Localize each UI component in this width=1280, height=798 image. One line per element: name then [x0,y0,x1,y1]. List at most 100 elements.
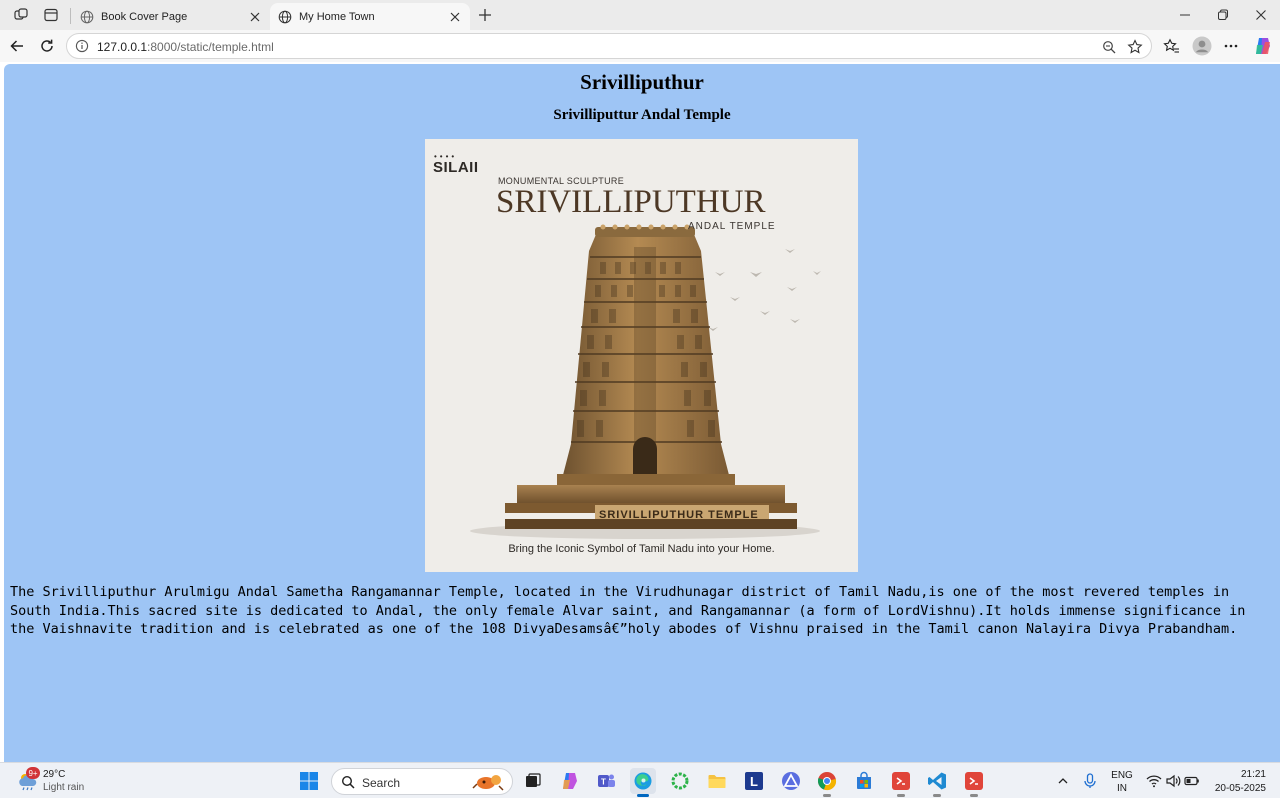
triangle-app-icon [782,772,800,790]
clock-time: 21:21 [1240,769,1266,780]
taskbar-red-app-2[interactable] [961,768,987,797]
page-title: Srivilliputhur [580,70,704,94]
tab-strip: Book Cover Page My Home Town [0,0,1280,30]
taskbar-teams[interactable]: T [593,768,619,794]
site-info-icon[interactable] [75,39,89,53]
close-icon [1256,10,1266,20]
refresh-icon [41,39,53,52]
notification-badge: 9+ [26,767,40,779]
taskbar-edge[interactable] [630,768,656,797]
search-highlight-art-icon [472,775,504,791]
copilot-app-icon [563,773,577,789]
taskbar-copilot[interactable] [557,768,583,794]
input-language-indicator[interactable]: ENG IN [1108,769,1136,795]
taskbar-red-app-1[interactable] [888,768,914,797]
back-arrow-icon [10,40,23,52]
restore-button[interactable] [1208,4,1238,26]
favorites-button[interactable] [1159,35,1183,57]
url-text[interactable]: 127.0.0.1:8000/static/temple.html [97,40,274,54]
taskbar-circle-app[interactable] [667,768,693,794]
close-tab-icon[interactable] [248,10,262,24]
quick-settings-button[interactable] [1144,763,1202,798]
globe-icon [80,10,94,23]
weather-condition: Light rain [43,782,85,793]
taskbar-file-explorer[interactable] [704,768,730,794]
minimize-button[interactable] [1170,4,1200,26]
svg-text:L: L [750,774,758,789]
folder-icon [708,775,726,788]
browser-toolbar: 127.0.0.1:8000/static/temple.html [0,30,1280,62]
store-icon [857,771,871,789]
circle-app-icon [671,772,689,790]
search-label: Search [362,776,401,790]
search-icon [341,775,355,789]
red-app-icon [965,772,983,790]
clock-date: 20-05-2025 [1214,783,1266,794]
microphone-icon [1084,773,1096,788]
teams-icon: T [598,774,615,787]
svg-text:T: T [601,778,606,787]
tab-actions-icon[interactable] [40,5,62,25]
tab-book-cover-page[interactable]: Book Cover Page [72,3,270,30]
chrome-icon [817,772,837,791]
favorites-icon [1162,38,1179,53]
edge-icon [634,772,652,790]
tab-title: Book Cover Page [101,10,188,23]
windows-logo-icon [300,772,318,790]
red-app-icon [892,772,910,790]
close-tab-icon[interactable] [448,10,462,24]
sculpture-base-label: SRIVILLIPUTHUR TEMPLE [599,509,759,521]
taskbar-chrome[interactable] [814,768,840,797]
restore-icon [1218,9,1228,20]
poster-brand-logo: SILAII [433,159,479,176]
refresh-button[interactable] [35,35,59,57]
copilot-button[interactable] [1251,35,1275,57]
system-clock[interactable]: 21:21 20-05-2025 [1206,768,1266,796]
region-code: IN [1117,783,1127,794]
url-path: :8000/static/temple.html [147,40,274,54]
taskbar-triangle-app[interactable] [778,768,804,794]
workspaces-icon[interactable] [10,5,32,25]
poster-title: SRIVILLIPUTHUR [496,184,766,220]
globe-icon [278,10,292,23]
tab-my-home-town[interactable]: My Home Town [270,3,470,30]
windows-taskbar: 9+ 29°C Light rain Search T L ENG IN 21:… [0,762,1280,798]
weather-widget[interactable]: 9+ 29°C Light rain [14,767,104,795]
show-hidden-icons-button[interactable] [1053,763,1073,798]
microphone-button[interactable] [1080,763,1100,798]
start-button[interactable] [296,768,322,794]
tab-title: My Home Town [299,10,375,23]
new-tab-button[interactable] [474,5,496,25]
vscode-icon [928,772,946,790]
language-code: ENG [1111,770,1133,781]
taskbar-store[interactable] [851,768,877,794]
plus-icon [479,9,491,21]
minimize-icon [1180,14,1190,16]
chevron-up-icon [1058,778,1068,784]
copilot-icon [1256,38,1270,54]
close-window-button[interactable] [1246,4,1276,26]
poster-subtitle: ANDAL TEMPLE [688,221,776,232]
taskbar-search[interactable]: Search [331,768,513,795]
temple-image: •••• SILAII MONUMENTAL SCULPTURE SRIVILL… [425,139,858,572]
volume-icon [1166,774,1181,788]
page-viewport: Srivilliputhur Srivilliputtur Andal Temp… [4,64,1280,762]
taskbar-l-app[interactable]: L [741,768,767,794]
address-bar[interactable]: 127.0.0.1:8000/static/temple.html [66,33,1152,59]
wifi-icon [1146,775,1162,788]
avatar [1192,36,1212,56]
task-view-button[interactable] [520,768,546,794]
favorite-star-icon[interactable] [1126,38,1144,56]
url-host: 127.0.0.1 [97,40,148,54]
l-app-icon: L [745,772,763,790]
task-view-icon [526,773,541,787]
taskbar-vscode[interactable] [924,768,950,797]
temple-description: The Srivilliputhur Arulmigu Andal Sameth… [10,584,1246,638]
tab-separator [70,8,71,24]
more-dots-icon [1224,44,1238,48]
back-button[interactable] [5,35,29,57]
profile-button[interactable] [1190,35,1214,57]
zoom-icon[interactable] [1100,38,1118,56]
settings-more-button[interactable] [1219,35,1243,57]
page-subtitle: Srivilliputtur Andal Temple [553,107,731,123]
